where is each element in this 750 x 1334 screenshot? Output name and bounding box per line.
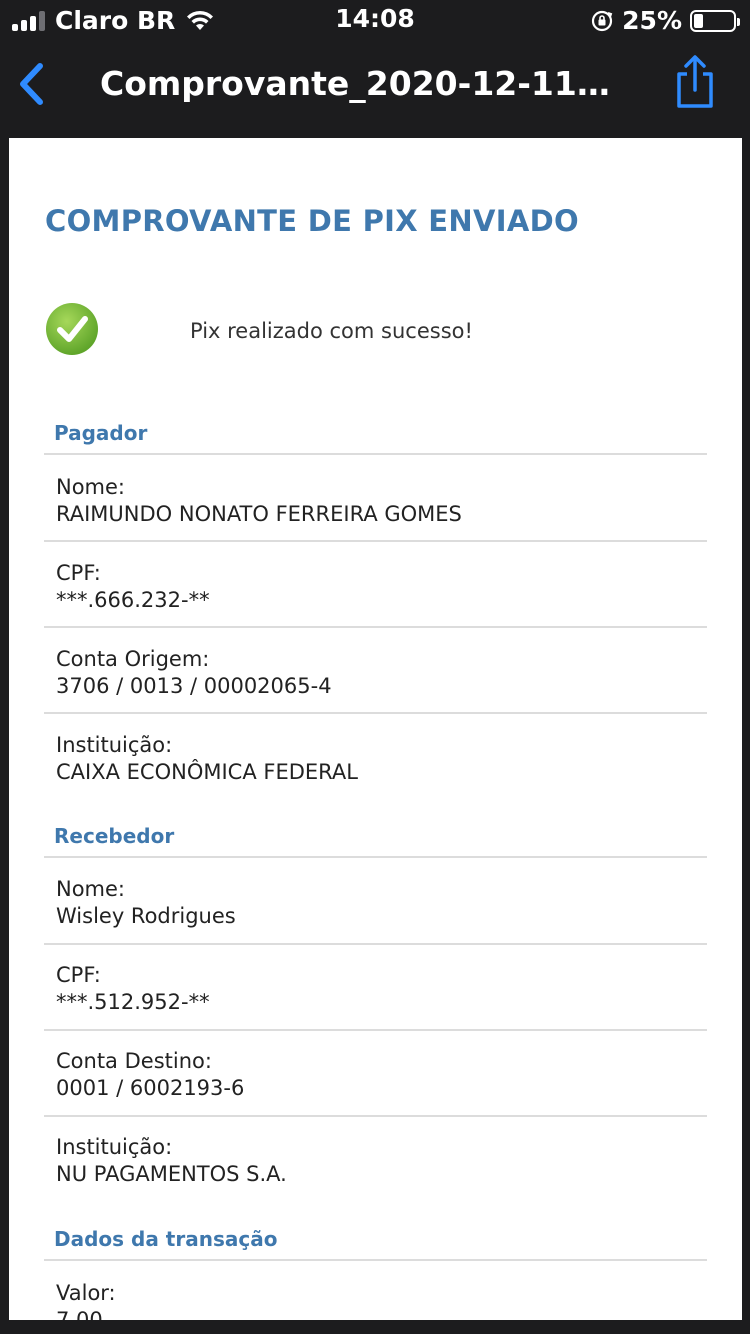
battery-icon xyxy=(690,9,740,32)
field-label: Valor: xyxy=(56,1281,116,1305)
recebedor-cpf: CPF: ***.512.952-** xyxy=(56,962,210,1016)
field-label: Instituição: xyxy=(56,1135,173,1159)
divider xyxy=(44,856,707,858)
pagador-nome: Nome: RAIMUNDO NONATO FERREIRA GOMES xyxy=(56,474,462,528)
field-label: CPF: xyxy=(56,963,101,987)
field-value: NU PAGAMENTOS S.A. xyxy=(56,1162,287,1186)
field-value: ***.512.952-** xyxy=(56,990,210,1014)
field-label: Conta Destino: xyxy=(56,1049,212,1073)
divider xyxy=(44,1259,707,1261)
divider xyxy=(44,943,707,945)
field-value: 0001 / 6002193-6 xyxy=(56,1076,245,1100)
navigation-bar: Comprovante_2020-12-11_1... xyxy=(0,40,750,130)
transacao-valor: Valor: 7,00 xyxy=(56,1280,116,1320)
pagador-instituicao: Instituição: CAIXA ECONÔMICA FEDERAL xyxy=(56,732,358,786)
field-label: Nome: xyxy=(56,877,126,901)
field-label: Nome: xyxy=(56,475,126,499)
orientation-lock-icon xyxy=(592,10,613,31)
recebedor-conta: Conta Destino: 0001 / 6002193-6 xyxy=(56,1048,244,1102)
field-label: Conta Origem: xyxy=(56,647,210,671)
section-transacao: Dados da transação xyxy=(54,1227,278,1251)
divider xyxy=(44,1029,707,1031)
receipt-document[interactable]: COMPROVANTE DE PIX ENVIADO Pix realizado… xyxy=(9,138,742,1320)
section-pagador: Pagador xyxy=(54,421,148,445)
field-value: 7,00 xyxy=(56,1308,103,1320)
receipt-heading: COMPROVANTE DE PIX ENVIADO xyxy=(45,204,579,238)
status-right: 25% xyxy=(590,6,740,35)
share-icon[interactable] xyxy=(672,54,718,110)
success-message: Pix realizado com sucesso! xyxy=(190,319,473,343)
pagador-conta: Conta Origem: 3706 / 0013 / 00002065-4 xyxy=(56,646,332,700)
battery-percent: 25% xyxy=(622,6,682,35)
field-value: ***.666.232-** xyxy=(56,588,210,612)
divider xyxy=(44,453,707,455)
field-value: CAIXA ECONÔMICA FEDERAL xyxy=(56,760,358,784)
divider xyxy=(44,626,707,628)
divider xyxy=(44,540,707,542)
field-value: Wisley Rodrigues xyxy=(56,904,236,928)
chevron-left-icon[interactable] xyxy=(14,60,50,108)
section-recebedor: Recebedor xyxy=(54,824,175,848)
divider xyxy=(44,712,707,714)
recebedor-instituicao: Instituição: NU PAGAMENTOS S.A. xyxy=(56,1134,287,1188)
field-value: 3706 / 0013 / 00002065-4 xyxy=(56,674,332,698)
field-label: Instituição: xyxy=(56,733,173,757)
bottom-edge xyxy=(0,1320,750,1334)
divider xyxy=(44,1115,707,1117)
check-circle-icon xyxy=(46,303,98,355)
recebedor-nome: Nome: Wisley Rodrigues xyxy=(56,876,236,930)
field-label: CPF: xyxy=(56,561,101,585)
field-value: RAIMUNDO NONATO FERREIRA GOMES xyxy=(56,502,462,526)
pagador-cpf: CPF: ***.666.232-** xyxy=(56,560,210,614)
status-bar: Claro BR 14:08 25% xyxy=(0,0,750,40)
document-title: Comprovante_2020-12-11_1... xyxy=(100,64,620,103)
